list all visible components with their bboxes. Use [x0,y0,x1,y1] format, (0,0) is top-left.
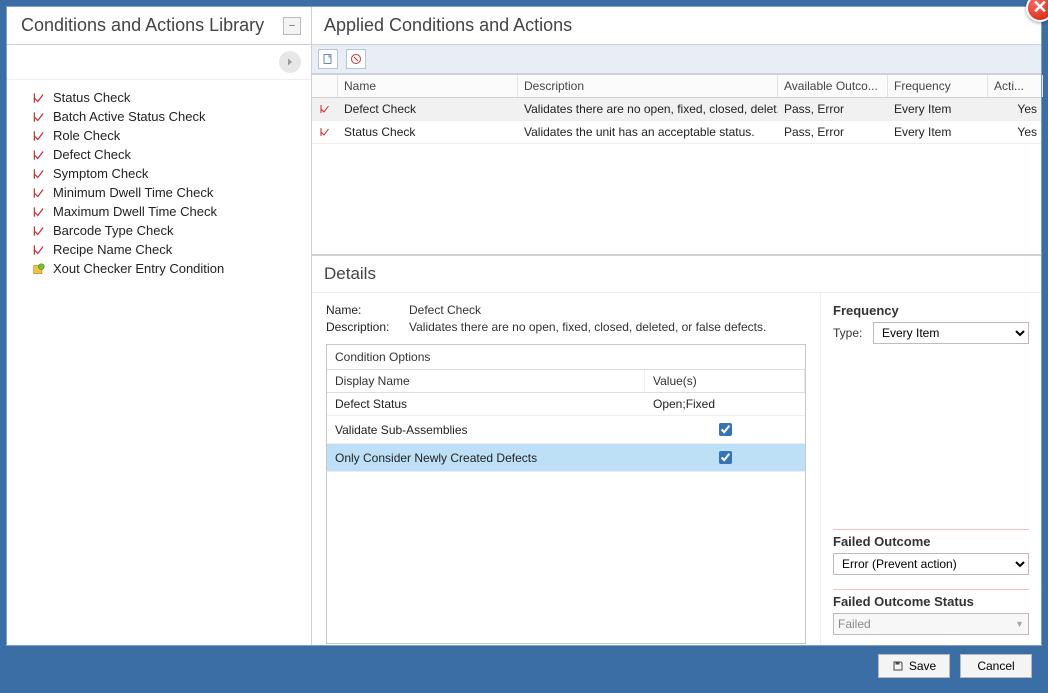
grid-blank [312,144,1041,254]
save-button[interactable]: Save [878,654,950,678]
check-icon [31,91,47,105]
frequency-type-label: Type: [833,326,867,340]
check-icon [31,186,47,200]
condition-value[interactable] [645,444,805,471]
row-acti: Yes [988,98,1043,120]
applied-row-0[interactable]: Defect CheckValidates there are no open,… [312,98,1041,121]
condition-display: Only Consider Newly Created Defects [327,444,645,471]
row-desc: Validates the unit has an acceptable sta… [518,121,778,143]
check-icon [318,103,332,115]
row-freq: Every Item [888,121,988,143]
row-desc: Validates there are no open, fixed, clos… [518,98,778,120]
library-item-label: Status Check [53,90,130,105]
library-item-label: Role Check [53,128,120,143]
library-item-label: Barcode Type Check [53,223,173,238]
toolbar [312,45,1041,74]
library-item-label: Defect Check [53,147,131,162]
row-name: Status Check [338,121,518,143]
cancel-button[interactable]: Cancel [960,654,1032,678]
row-name: Defect Check [338,98,518,120]
col-name[interactable]: Name [338,75,518,97]
delete-button[interactable] [346,49,366,69]
row-acti: Yes [988,121,1043,143]
library-item-2[interactable]: Role Check [13,126,305,145]
library-item-3[interactable]: Defect Check [13,145,305,164]
frequency-select[interactable]: Every Item [873,322,1029,344]
library-item-0[interactable]: Status Check [13,88,305,107]
library-item-label: Batch Active Status Check [53,109,205,124]
condition-value[interactable] [645,416,805,443]
applied-pane: Applied Conditions and Actions Name Desc… [312,7,1041,645]
library-item-9[interactable]: Xout Checker Entry Condition [13,259,305,278]
library-item-6[interactable]: Maximum Dwell Time Check [13,202,305,221]
condition-checkbox[interactable] [719,423,732,436]
new-button[interactable] [318,49,338,69]
check-icon [31,110,47,124]
library-item-label: Xout Checker Entry Condition [53,261,224,276]
library-pane: Conditions and Actions Library – Status … [7,7,312,645]
condition-row-2[interactable]: Only Consider Newly Created Defects [327,444,805,472]
check-icon [318,126,332,138]
library-item-label: Recipe Name Check [53,242,172,257]
row-freq: Every Item [888,98,988,120]
condition-checkbox[interactable] [719,451,732,464]
details-name-label: Name: [326,303,401,317]
cond-col-values: Value(s) [645,370,805,392]
library-item-5[interactable]: Minimum Dwell Time Check [13,183,305,202]
xout-icon [31,262,47,276]
applied-grid: Name Description Available Outco... Freq… [312,74,1041,255]
row-outcomes: Pass, Error [778,98,888,120]
condition-options-box: Condition Options Display Name Value(s) … [326,344,806,644]
frequency-title: Frequency [833,303,1029,318]
footer: Save Cancel [6,646,1042,686]
condition-row-0[interactable]: Defect StatusOpen;Fixed [327,393,805,416]
arrow-right-icon[interactable] [279,51,301,73]
details-name-value: Defect Check [409,303,481,317]
condition-value: Open;Fixed [645,393,805,415]
check-icon [31,148,47,162]
details-header: Details [312,255,1041,293]
condition-row-1[interactable]: Validate Sub-Assemblies [327,416,805,444]
cond-col-display: Display Name [327,370,645,392]
failed-outcome-title: Failed Outcome [833,534,1029,549]
condition-display: Defect Status [327,393,645,415]
check-icon [31,224,47,238]
check-icon [31,167,47,181]
library-item-label: Minimum Dwell Time Check [53,185,213,200]
library-item-8[interactable]: Recipe Name Check [13,240,305,259]
col-freq[interactable]: Frequency [888,75,988,97]
failed-status-select: Failed▼ [833,613,1029,635]
main-window: Conditions and Actions Library – Status … [6,6,1042,646]
col-outcomes[interactable]: Available Outco... [778,75,888,97]
applied-title: Applied Conditions and Actions [324,15,1029,36]
condition-options-title: Condition Options [327,345,805,370]
collapse-button[interactable]: – [283,17,301,35]
check-icon [31,205,47,219]
details-desc-label: Description: [326,320,401,334]
library-item-4[interactable]: Symptom Check [13,164,305,183]
library-item-label: Maximum Dwell Time Check [53,204,217,219]
row-outcomes: Pass, Error [778,121,888,143]
failed-status-title: Failed Outcome Status [833,594,1029,609]
library-title: Conditions and Actions Library [21,15,264,36]
library-item-label: Symptom Check [53,166,148,181]
failed-outcome-select[interactable]: Error (Prevent action) [833,553,1029,575]
col-desc[interactable]: Description [518,75,778,97]
details-desc-value: Validates there are no open, fixed, clos… [409,320,766,334]
check-icon [31,243,47,257]
col-acti[interactable]: Acti... [988,75,1043,97]
condition-display: Validate Sub-Assemblies [327,416,645,443]
applied-row-1[interactable]: Status CheckValidates the unit has an ac… [312,121,1041,144]
library-item-1[interactable]: Batch Active Status Check [13,107,305,126]
check-icon [31,129,47,143]
library-item-7[interactable]: Barcode Type Check [13,221,305,240]
